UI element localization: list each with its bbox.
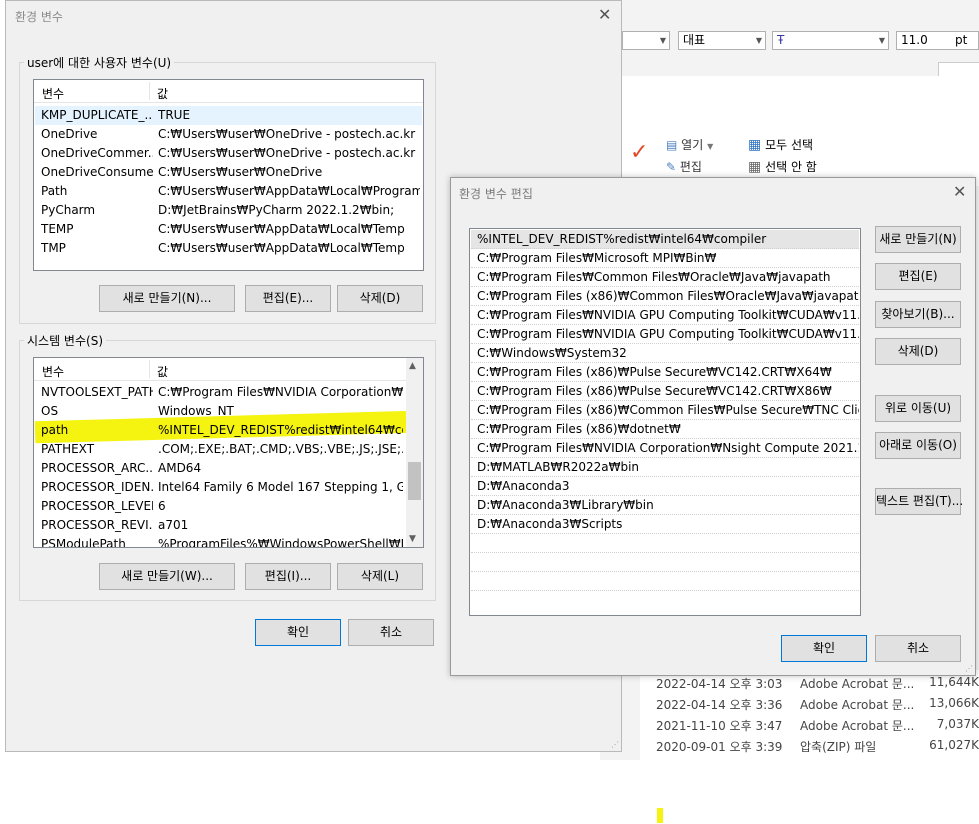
window-title: 환경 변수 <box>15 10 63 24</box>
path-entry[interactable]: D:₩Anaconda3₩Library₩bin <box>471 496 859 515</box>
text-edit-button[interactable]: 텍스트 편집(T)... <box>875 488 963 515</box>
user-var-row[interactable]: OneDriveConsumer C:₩Users₩user₩OneDrive <box>35 163 422 182</box>
grid-icon: ▦ <box>748 137 762 153</box>
select-none-button[interactable]: ▦ 선택 안 함 <box>748 158 817 175</box>
system-var-row[interactable]: PROCESSOR_LEVEL 6 <box>35 497 422 516</box>
path-entry[interactable]: %INTEL_DEV_REDIST%redist₩intel64₩compile… <box>471 230 859 249</box>
edit-env-variable-dialog: 환경 변수 편집 ✕ %INTEL_DEV_REDIST%redist₩inte… <box>450 177 976 676</box>
column-value[interactable]: 값 <box>157 363 168 380</box>
list-header: 변수 값 <box>34 80 423 103</box>
close-icon[interactable]: ✕ <box>598 7 611 23</box>
select-all-button[interactable]: ▦ 모두 선택 <box>748 136 813 153</box>
system-delete-button[interactable]: 삭제(L) <box>337 563 423 590</box>
user-var-row[interactable]: PathC:₩Users₩user₩AppData₩Local₩Programs… <box>35 182 422 201</box>
user-var-row[interactable]: TMP C:₩Users₩user₩AppData₩Local₩Temp <box>35 239 422 258</box>
edit-ribbon-button[interactable]: ✎ 편집 <box>666 158 702 175</box>
user-variables-list[interactable]: 변수 값 KMP_DUPLICATE_... TRUE OneDrive C:₩Us… <box>33 79 424 271</box>
path-new-button[interactable]: 새로 만들기(N) <box>875 226 961 253</box>
env-cancel-button[interactable]: 취소 <box>348 619 434 646</box>
file-row[interactable]: 2022-04-14 오후 3:36 Adobe Acrobat 문... 13… <box>640 694 979 714</box>
env-ok-button[interactable]: 확인 <box>255 619 341 646</box>
list-header: 변수 값 <box>34 358 423 381</box>
path-entry[interactable]: C:₩Program Files (x86)₩Pulse Secure₩VC14… <box>471 382 859 401</box>
user-variables-label: user에 대한 사용자 변수(U) <box>24 54 175 71</box>
checkmark-icon: ✓ <box>630 140 649 165</box>
path-entry[interactable]: C:₩Program Files (x86)₩Pulse Secure₩VC14… <box>471 363 859 382</box>
system-var-row[interactable]: PROCESSOR_IDEN... Intel64 Family 6 Model … <box>35 478 422 497</box>
user-new-button[interactable]: 새로 만들기(N)... <box>99 285 235 312</box>
path-entry[interactable]: C:₩Program Files₩NVIDIA GPU Computing To… <box>471 325 859 344</box>
scroll-up-icon[interactable]: ▲ <box>409 361 416 371</box>
path-entry[interactable]: C:₩Program Files₩Common Files₩Oracle₩Jav… <box>471 268 859 287</box>
file-row[interactable]: 2022-04-14 오후 3:03 Adobe Acrobat 문... 11… <box>640 673 979 693</box>
edit-icon: ✎ <box>666 160 677 174</box>
path-entry[interactable]: C:₩Program Files (x86)₩Common Files₩Puls… <box>471 401 859 420</box>
system-var-row[interactable]: PATHEXT .COM;.EXE;.BAT;.CMD;.VBS;.VBE;.JS… <box>35 440 422 459</box>
font-size-combo[interactable]: 11.0 pt <box>896 31 979 50</box>
path-entry[interactable]: C:₩Program Files₩NVIDIA Corporation₩Nsig… <box>471 439 859 458</box>
empty-entry[interactable] <box>471 591 859 610</box>
system-var-row[interactable]: PROCESSOR_REVI... a701 <box>35 516 422 535</box>
path-entry[interactable]: C:₩Program Files₩NVIDIA GPU Computing To… <box>471 306 859 325</box>
user-var-row[interactable]: TEMP C:₩Users₩user₩AppData₩Local₩Temp <box>35 220 422 239</box>
ribbon-panel: ✓ ▤ 열기 ▼ ✎ 편집 ▦ 모두 선택 ▦ 선택 안 함 <box>622 76 979 186</box>
file-row[interactable]: 2020-09-01 오후 3:39 압축(ZIP) 파일 61,027K <box>640 736 979 756</box>
dialog-ok-button[interactable]: 확인 <box>781 635 867 662</box>
column-value[interactable]: 값 <box>157 85 168 102</box>
scroll-thumb[interactable] <box>408 462 421 500</box>
move-up-button[interactable]: 위로 이동(U) <box>875 395 961 422</box>
path-entry[interactable]: D:₩MATLAB₩R2022a₩bin <box>471 458 859 477</box>
file-row[interactable]: 2021-11-10 오후 3:47 Adobe Acrobat 문... 7,… <box>640 715 979 735</box>
empty-entry[interactable] <box>471 572 859 591</box>
system-var-row[interactable]: NVTOOLSEXT_PATH C:₩Program Files₩NVIDIA C… <box>35 383 422 402</box>
user-variables-group: user에 대한 사용자 변수(U) 변수 값 KMP_DUPLICATE_..… <box>19 54 436 324</box>
path-entry[interactable]: D:₩Anaconda3₩Scripts <box>471 515 859 534</box>
resize-grip-icon[interactable]: ⋰ <box>611 740 619 749</box>
open-icon: ▤ <box>666 138 678 152</box>
grid-outline-icon: ▦ <box>748 159 762 175</box>
system-var-row-path[interactable]: path%INTEL_DEV_REDIST%redist₩intel64₩com… <box>35 421 422 440</box>
path-edit-button[interactable]: 편집(E) <box>875 263 961 290</box>
user-delete-button[interactable]: 삭제(D) <box>337 285 423 312</box>
close-icon[interactable]: ✕ <box>953 184 966 200</box>
column-variable[interactable]: 변수 <box>42 363 64 380</box>
path-entry[interactable]: C:₩Program Files (x86)₩Common Files₩Orac… <box>471 287 859 306</box>
system-variables-group: 시스템 변수(S) 변수 값 NVTOOLSEXT_PATH C:₩Program… <box>19 332 436 601</box>
empty-entry[interactable] <box>471 534 859 553</box>
path-entries-list[interactable]: %INTEL_DEV_REDIST%redist₩intel64₩compile… <box>469 228 861 616</box>
path-delete-button[interactable]: 삭제(D) <box>875 338 961 365</box>
path-entry[interactable]: C:₩Windows₩System32 <box>471 344 859 363</box>
system-list-scrollbar[interactable]: ▲ ▼ <box>406 358 423 547</box>
user-var-row[interactable]: OneDrive C:₩Users₩user₩OneDrive - postech… <box>35 125 422 144</box>
move-down-button[interactable]: 아래로 이동(O) <box>875 432 961 459</box>
path-entry[interactable]: C:₩Program Files (x86)₩dotnet₩ <box>471 420 859 439</box>
font-name-combo[interactable]: Ŧ ▼ <box>772 31 889 50</box>
dialog-cancel-button[interactable]: 취소 <box>875 635 961 662</box>
system-variables-label: 시스템 변수(S) <box>24 332 106 349</box>
path-entry[interactable]: D:₩Anaconda3 <box>471 477 859 496</box>
system-variables-list[interactable]: 변수 값 NVTOOLSEXT_PATH C:₩Program Files₩NVI… <box>33 357 424 548</box>
font-toolbar: ▼ 대표 ▼ Ŧ ▼ 11.0 pt <box>600 14 979 50</box>
system-new-button[interactable]: 새로 만들기(W)... <box>99 563 235 590</box>
scroll-down-icon[interactable]: ▼ <box>409 534 416 544</box>
open-button[interactable]: ▤ 열기 ▼ <box>666 136 713 153</box>
user-var-row[interactable]: OneDriveCommer... C:₩Users₩user₩OneDrive … <box>35 144 422 163</box>
file-list: 2022-04-14 오후 3:03 Adobe Acrobat 문... 11… <box>640 670 979 760</box>
style-combo[interactable]: ▼ <box>622 31 670 50</box>
yellow-marker <box>657 808 663 823</box>
resize-grip-icon[interactable]: ⋰ <box>965 664 973 673</box>
path-entry[interactable]: C:₩Program Files₩Microsoft MPI₩Bin₩ <box>471 249 859 268</box>
dialog-title: 환경 변수 편집 <box>459 187 533 201</box>
font-category-combo[interactable]: 대표 ▼ <box>678 31 766 50</box>
font-icon: Ŧ <box>777 33 785 47</box>
user-edit-button[interactable]: 편집(E)... <box>245 285 331 312</box>
system-edit-button[interactable]: 편집(I)... <box>245 563 331 590</box>
system-var-row[interactable]: PSModulePath %ProgramFiles%₩WindowsPowerS… <box>35 535 422 547</box>
user-var-row[interactable]: PyCharm D:₩JetBrains₩PyCharm 2022.1.2₩bin… <box>35 201 422 220</box>
system-var-row[interactable]: PROCESSOR_ARC... AMD64 <box>35 459 422 478</box>
path-browse-button[interactable]: 찾아보기(B)... <box>875 301 961 328</box>
empty-entry[interactable] <box>471 553 859 572</box>
column-variable[interactable]: 변수 <box>42 85 64 102</box>
user-var-row[interactable]: KMP_DUPLICATE_... TRUE <box>35 106 422 125</box>
